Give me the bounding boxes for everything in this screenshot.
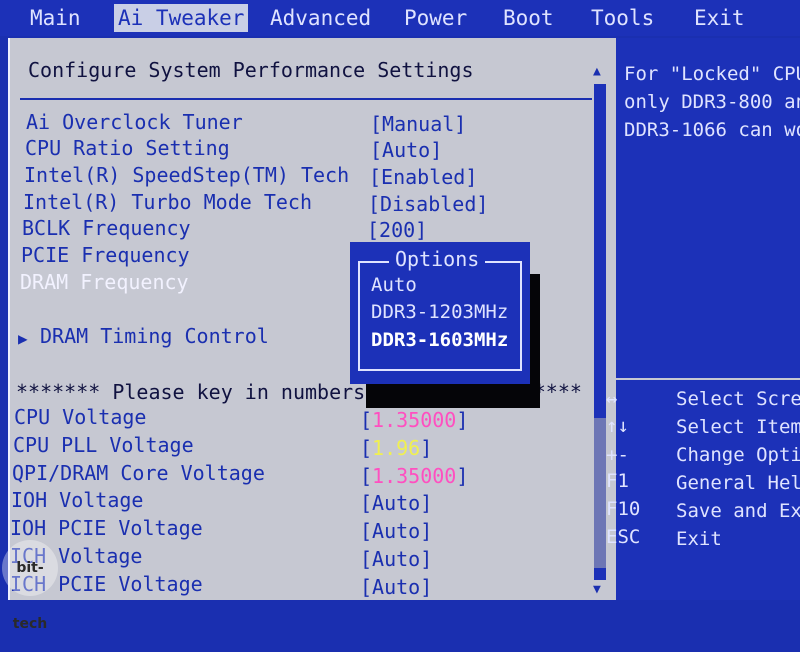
voltage-value-qpi-dram[interactable]: [1.35000]	[360, 464, 468, 488]
menu-main[interactable]: Main	[26, 4, 85, 32]
help-divider	[616, 378, 800, 380]
scroll-down-icon[interactable]: ▼	[593, 582, 601, 597]
voltage-label-ioh-pcie[interactable]: IOH PCIE Voltage	[10, 516, 203, 540]
setting-value-ai-overclock-tuner[interactable]: [Manual]	[370, 112, 466, 136]
setting-value-bclk-frequency[interactable]: [200]	[367, 218, 427, 242]
scrollbar-thumb[interactable]	[594, 418, 606, 568]
help-text: For "Locked" CPU, only DDR3-800 an DDR3-10…	[624, 60, 800, 144]
key-plus-minus: +-	[606, 444, 629, 466]
help-line: DDR3-1066 can wo	[624, 119, 800, 141]
voltage-value-qpi-dram-number: 1.35000	[372, 464, 457, 488]
help-panel: For "Locked" CPU, only DDR3-800 an DDR3-10…	[606, 38, 800, 600]
setting-label-pcie-frequency[interactable]: PCIE Frequency	[21, 243, 190, 267]
voltage-label-qpi-dram[interactable]: QPI/DRAM Core Voltage	[12, 461, 265, 485]
menu-boot[interactable]: Boot	[499, 4, 558, 32]
setting-value-cpu-ratio[interactable]: [Auto]	[370, 138, 442, 162]
voltage-label-cpu[interactable]: CPU Voltage	[14, 405, 146, 429]
voltage-value-ioh-pcie[interactable]: [Auto]	[360, 519, 432, 543]
menu-tools[interactable]: Tools	[587, 4, 658, 32]
key-esc: ESC	[606, 526, 641, 548]
title-divider	[20, 98, 592, 100]
key-f10: F10	[606, 498, 641, 520]
help-line: only DDR3-800 an	[624, 91, 800, 113]
voltage-value-cpu-number: 1.35000	[372, 408, 457, 432]
voltage-value-cpu-pll-number: 1.96	[372, 436, 421, 460]
option-auto[interactable]: Auto	[371, 274, 417, 296]
voltage-value-cpu[interactable]: [1.35000]	[360, 408, 468, 432]
voltage-value-ich[interactable]: [Auto]	[360, 547, 432, 571]
setting-label-speedstep[interactable]: Intel(R) SpeedStep(TM) Tech	[24, 163, 349, 187]
bit-tech-watermark-logo: bit-tech	[2, 540, 58, 632]
help-line: For "Locked" CPU,	[624, 63, 800, 85]
menu-bar: Main Ai Tweaker Advanced Power Boot Tool…	[0, 0, 800, 36]
scroll-up-icon[interactable]: ▲	[593, 64, 601, 79]
key-left-right-icon: ↔	[606, 388, 618, 410]
key-desc-exit: Exit	[676, 528, 722, 550]
popup-title: Options	[389, 247, 486, 271]
voltage-label-cpu-pll[interactable]: CPU PLL Voltage	[13, 433, 194, 457]
setting-value-turbo-mode[interactable]: [Disabled]	[368, 192, 488, 216]
voltage-value-cpu-pll[interactable]: [1.96]	[360, 436, 432, 460]
setting-label-turbo-mode[interactable]: Intel(R) Turbo Mode Tech	[23, 190, 312, 214]
options-popup: Options Auto DDR3-1203MHz DDR3-1603MHz	[350, 242, 530, 384]
voltage-value-ioh[interactable]: [Auto]	[360, 491, 432, 515]
voltage-label-ioh[interactable]: IOH Voltage	[11, 488, 143, 512]
key-desc-change-option: Change Option	[676, 444, 800, 466]
key-desc-save-exit: Save and Exit	[676, 500, 800, 522]
menu-exit[interactable]: Exit	[690, 4, 749, 32]
voltage-value-ich-pcie[interactable]: [Auto]	[360, 575, 432, 599]
menu-advanced[interactable]: Advanced	[266, 4, 375, 32]
setting-label-ai-overclock-tuner[interactable]: Ai Overclock Tuner	[26, 110, 243, 134]
key-desc-select-item: Select Item	[676, 416, 800, 438]
submenu-dram-timing-control[interactable]: DRAM Timing Control	[40, 324, 269, 348]
key-desc-general-help: General Help	[676, 472, 800, 494]
menu-ai-tweaker[interactable]: Ai Tweaker	[114, 4, 249, 32]
setting-label-bclk-frequency[interactable]: BCLK Frequency	[22, 216, 191, 240]
option-ddr3-1203[interactable]: DDR3-1203MHz	[371, 301, 508, 323]
setting-label-cpu-ratio[interactable]: CPU Ratio Setting	[25, 136, 230, 160]
submenu-arrow-icon: ▶	[18, 329, 28, 348]
key-desc-select-screen: Select Screen	[676, 388, 800, 410]
key-f1: F1	[606, 470, 629, 492]
page-title: Configure System Performance Settings	[28, 58, 474, 82]
setting-value-speedstep[interactable]: [Enabled]	[369, 165, 477, 189]
setting-label-dram-frequency[interactable]: DRAM Frequency	[20, 270, 189, 294]
option-ddr3-1603[interactable]: DDR3-1603MHz	[371, 329, 508, 351]
key-up-down-icon: ↑↓	[606, 415, 629, 437]
menu-power[interactable]: Power	[400, 4, 471, 32]
